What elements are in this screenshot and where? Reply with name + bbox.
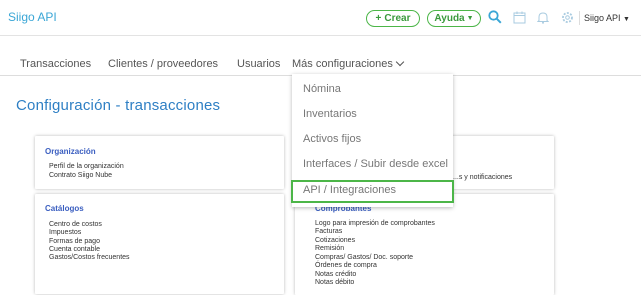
- crear-label: Crear: [384, 13, 411, 24]
- link-ordenes-compra[interactable]: Órdenes de compra: [315, 262, 377, 269]
- mas-configuraciones-dropdown: Nómina Inventarios Activos fijos Interfa…: [291, 74, 454, 207]
- app-title[interactable]: Siigo API: [8, 10, 57, 24]
- link-centro-costos[interactable]: Centro de costos: [49, 221, 102, 228]
- menu-item-nomina[interactable]: Nómina: [303, 83, 341, 95]
- link-remision[interactable]: Remisión: [315, 245, 344, 252]
- calendar-icon[interactable]: [511, 9, 527, 25]
- bell-icon[interactable]: [535, 9, 551, 25]
- comprobantes-card: Comprobantes Logo para impresión de comp…: [295, 194, 554, 295]
- nav-item-mas-configuraciones-label: Más configuraciones: [292, 58, 393, 70]
- card-title-organizacion: Organización: [45, 147, 96, 156]
- ayuda-label: Ayuda: [434, 13, 465, 24]
- link-contrato-siigo-nube[interactable]: Contrato Siigo Nube: [49, 172, 112, 179]
- link-gastos-costos-frecuentes[interactable]: Gastos/Costos frecuentes: [49, 254, 130, 261]
- menu-item-activos-fijos[interactable]: Activos fijos: [303, 133, 361, 145]
- link-formas-pago[interactable]: Formas de pago: [49, 238, 100, 245]
- page-title: Configuración - transacciones: [16, 97, 221, 114]
- main-nav: Transacciones Clientes / proveedores Usu…: [0, 36, 641, 76]
- link-facturas[interactable]: Facturas: [315, 228, 342, 235]
- nav-item-mas-configuraciones[interactable]: Más configuraciones: [292, 57, 405, 70]
- link-logo-impresion[interactable]: Logo para impresión de comprobantes: [315, 220, 435, 227]
- organizacion-card: Organización Perfil de la organización C…: [35, 136, 284, 189]
- caret-down-icon: ▼: [466, 15, 474, 22]
- nav-item-usuarios[interactable]: Usuarios: [237, 58, 280, 70]
- link-notificaciones[interactable]: ...s y notificaciones: [453, 174, 512, 181]
- caret-down-icon: ▼: [623, 16, 630, 23]
- link-perfil-organizacion[interactable]: Perfil de la organización: [49, 163, 124, 170]
- ayuda-button[interactable]: Ayuda ▼: [427, 10, 481, 27]
- nav-item-transacciones[interactable]: Transacciones: [20, 58, 91, 70]
- nav-item-clientes-proveedores[interactable]: Clientes / proveedores: [108, 58, 218, 70]
- link-compras-gastos[interactable]: Compras/ Gastos/ Doc. soporte: [315, 254, 413, 261]
- card-title-catalogos: Catálogos: [45, 204, 84, 213]
- plus-icon: +: [375, 13, 382, 24]
- top-bar: Siigo API + Crear Ayuda ▼ Siigo API ▼: [0, 0, 641, 36]
- link-notas-debito[interactable]: Notas débito: [315, 279, 354, 286]
- link-impuestos[interactable]: Impuestos: [49, 229, 81, 236]
- api-integraciones-highlight: [291, 180, 454, 203]
- gear-icon[interactable]: [559, 9, 575, 25]
- chevron-down-icon: [395, 57, 405, 67]
- crear-button[interactable]: + Crear: [366, 10, 420, 27]
- user-menu[interactable]: Siigo API ▼: [584, 13, 630, 23]
- link-notas-credito[interactable]: Notas crédito: [315, 271, 356, 278]
- search-icon[interactable]: [487, 9, 503, 25]
- topbar-divider: [579, 11, 580, 25]
- menu-item-interfaces-excel[interactable]: Interfaces / Subir desde excel: [303, 158, 448, 170]
- user-label: Siigo API: [584, 13, 621, 23]
- link-cuenta-contable[interactable]: Cuenta contable: [49, 246, 100, 253]
- catalogos-card: Catálogos Centro de costos Impuestos For…: [35, 194, 284, 294]
- link-cotizaciones[interactable]: Cotizaciones: [315, 237, 355, 244]
- menu-item-inventarios[interactable]: Inventarios: [303, 108, 357, 120]
